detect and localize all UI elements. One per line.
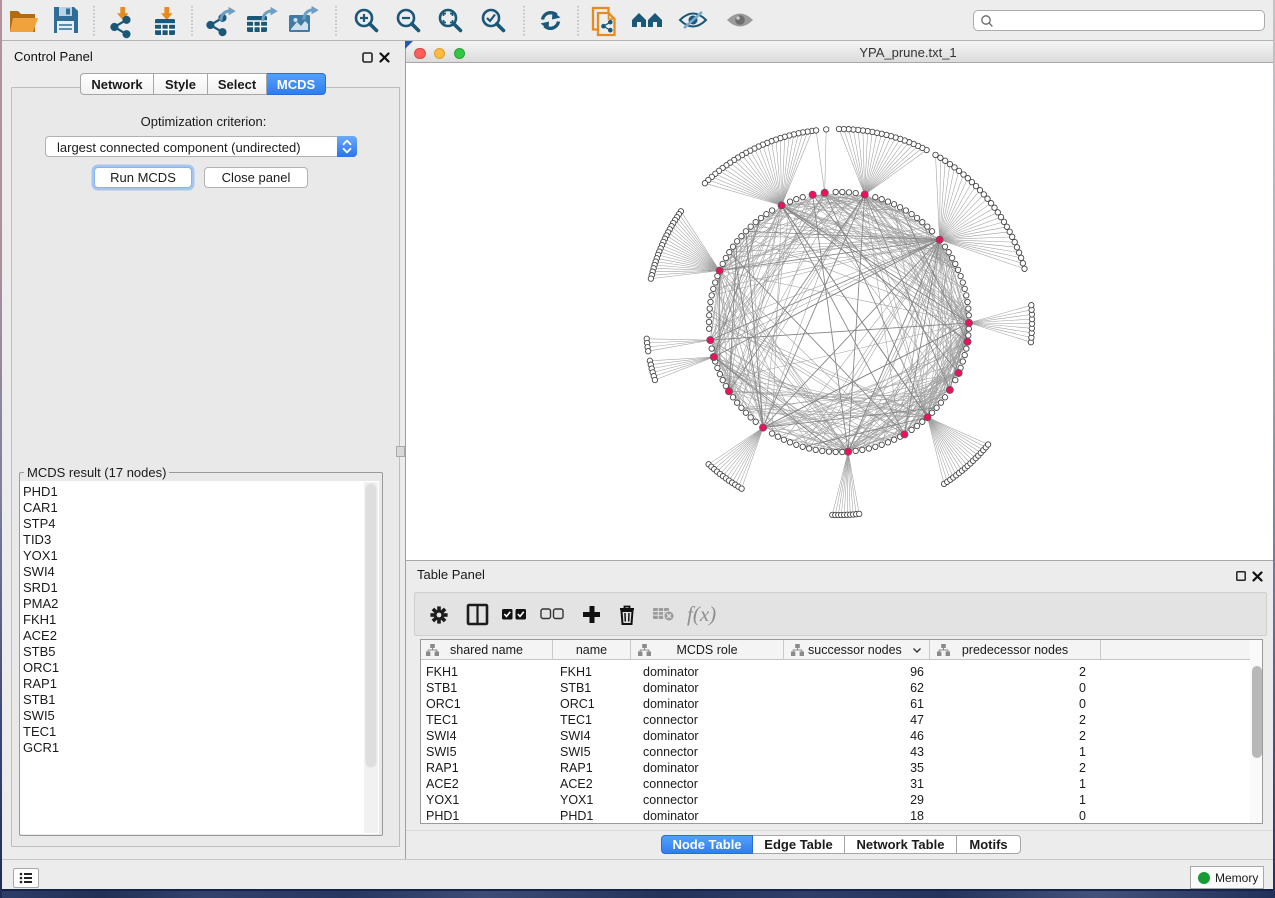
svg-text:f(x): f(x): [687, 602, 716, 626]
